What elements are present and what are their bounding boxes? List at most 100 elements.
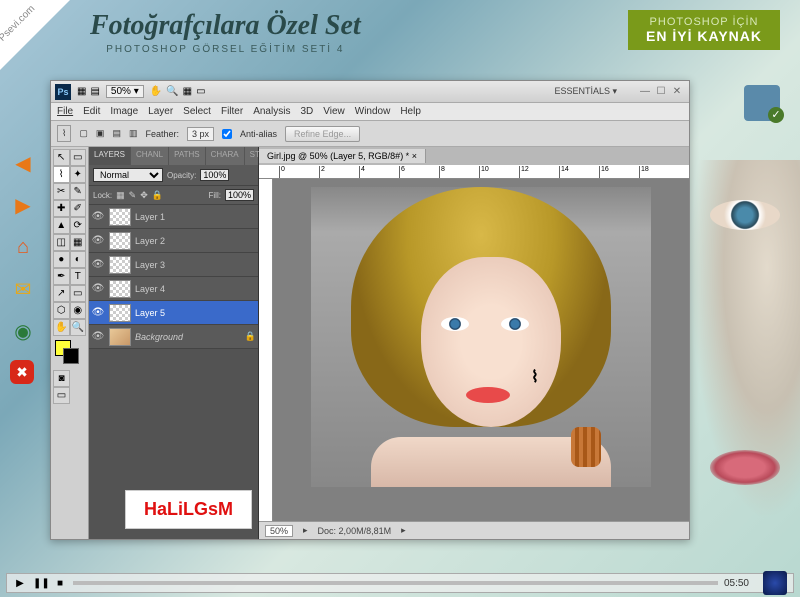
doc-tab[interactable]: Girl.jpg @ 50% (Layer 5, RGB/8#) * × bbox=[259, 149, 426, 163]
marquee-tool[interactable]: ▭ bbox=[70, 149, 87, 166]
tab-char[interactable]: CHARA bbox=[206, 147, 245, 165]
visibility-icon[interactable]: 👁 bbox=[91, 283, 105, 294]
watermark: HaLiLGsM bbox=[125, 490, 252, 529]
menu-analysis[interactable]: Analysis bbox=[253, 106, 290, 117]
lasso-tool[interactable]: ⌇ bbox=[53, 166, 70, 183]
sel-int-icon[interactable]: ▥ bbox=[129, 128, 138, 139]
hand-icon[interactable]: ✋ bbox=[150, 86, 162, 97]
status-zoom[interactable]: 50% bbox=[265, 525, 293, 537]
menu-select[interactable]: Select bbox=[183, 106, 211, 117]
eyedrop-tool[interactable]: ✎ bbox=[70, 183, 87, 200]
close-button[interactable]: ✕ bbox=[669, 86, 685, 97]
move-tool[interactable]: ↖ bbox=[53, 149, 70, 166]
forward-icon[interactable]: ▶ bbox=[10, 192, 36, 218]
visibility-icon[interactable]: 👁 bbox=[91, 235, 105, 246]
seek-bar[interactable] bbox=[73, 581, 718, 585]
zoom-icon[interactable]: 🔍 bbox=[166, 86, 178, 97]
layer-row[interactable]: 👁Layer 1 bbox=[89, 205, 258, 229]
screenmode-tool[interactable]: ▭ bbox=[53, 387, 70, 404]
status-arrow-icon[interactable]: ▸ bbox=[401, 525, 406, 536]
status-expand-icon[interactable]: ▸ bbox=[303, 525, 308, 536]
checklist-icon[interactable] bbox=[744, 85, 780, 121]
layer-row[interactable]: 👁Layer 4 bbox=[89, 277, 258, 301]
sel-new-icon[interactable]: ▢ bbox=[79, 128, 88, 139]
back-icon[interactable]: ◀ bbox=[10, 150, 36, 176]
mail-icon[interactable]: ✉ bbox=[10, 276, 36, 302]
nav-br[interactable]: ▦ bbox=[77, 86, 86, 97]
image-viewport[interactable]: ⌇ bbox=[273, 179, 689, 521]
menu-layer[interactable]: Layer bbox=[148, 106, 173, 117]
zoom-tool[interactable]: 🔍 bbox=[70, 319, 87, 336]
lasso-tool-icon[interactable]: ⌇ bbox=[57, 125, 71, 142]
feather-input[interactable]: 3 px bbox=[187, 127, 214, 141]
refine-edge-button[interactable]: Refine Edge... bbox=[285, 126, 360, 142]
pause-button[interactable]: ❚❚ bbox=[33, 578, 47, 589]
tab-layers[interactable]: LAYERS bbox=[89, 147, 131, 165]
eraser-tool[interactable]: ◫ bbox=[53, 234, 70, 251]
stop-button[interactable]: ■ bbox=[53, 578, 67, 589]
crop-tool[interactable]: ✂ bbox=[53, 183, 70, 200]
antialias-checkbox[interactable] bbox=[222, 129, 232, 139]
menu-filter[interactable]: Filter bbox=[221, 106, 243, 117]
shape-tool[interactable]: ▭ bbox=[70, 285, 87, 302]
menu-file[interactable]: File bbox=[57, 106, 73, 117]
dodge-tool[interactable]: ◐ bbox=[70, 251, 87, 268]
tab-channels[interactable]: CHANL bbox=[131, 147, 169, 165]
layer-row[interactable]: 👁Layer 2 bbox=[89, 229, 258, 253]
title-main: Fotoğrafçılara Özel Set bbox=[90, 10, 361, 42]
3dcam-tool[interactable]: ◉ bbox=[70, 302, 87, 319]
heal-tool[interactable]: ✚ bbox=[53, 200, 70, 217]
type-tool[interactable]: T bbox=[70, 268, 87, 285]
play-button[interactable]: ▶ bbox=[13, 578, 27, 589]
nav-mb[interactable]: ▤ bbox=[90, 86, 99, 97]
menu-help[interactable]: Help bbox=[400, 106, 421, 117]
brush-tool[interactable]: ✐ bbox=[70, 200, 87, 217]
history-tool[interactable]: ⟳ bbox=[70, 217, 87, 234]
menu-view[interactable]: View bbox=[323, 106, 345, 117]
blend-mode-select[interactable]: Normal bbox=[93, 168, 163, 182]
wand-tool[interactable]: ✦ bbox=[70, 166, 87, 183]
menu-edit[interactable]: Edit bbox=[83, 106, 100, 117]
sel-sub-icon[interactable]: ▤ bbox=[112, 128, 121, 139]
tab-paths[interactable]: PATHS bbox=[169, 147, 205, 165]
layer-row[interactable]: 👁Layer 3 bbox=[89, 253, 258, 277]
stamp-tool[interactable]: ▲ bbox=[53, 217, 70, 234]
header-badge: PHOTOSHOP İÇİN EN İYİ KAYNAK bbox=[628, 10, 780, 50]
zoom-combo[interactable]: 50% ▾ bbox=[106, 85, 144, 98]
lock-paint-icon[interactable]: ✎ bbox=[129, 190, 137, 201]
gradient-tool[interactable]: ▦ bbox=[70, 234, 87, 251]
lock-all-icon[interactable]: 🔒 bbox=[152, 190, 163, 201]
close-icon[interactable]: ✖ bbox=[10, 360, 34, 384]
quickmask-tool[interactable]: ◙ bbox=[53, 370, 70, 387]
color-swatches[interactable] bbox=[53, 340, 86, 368]
blur-tool[interactable]: ● bbox=[53, 251, 70, 268]
maximize-button[interactable]: ☐ bbox=[653, 86, 669, 97]
visibility-icon[interactable]: 👁 bbox=[91, 211, 105, 222]
lasso-cursor-icon: ⌇ bbox=[531, 367, 539, 387]
layer-row-selected[interactable]: 👁Layer 5 bbox=[89, 301, 258, 325]
visibility-icon[interactable]: 👁 bbox=[91, 259, 105, 270]
visibility-icon[interactable]: 👁 bbox=[91, 331, 105, 342]
home-icon[interactable]: ⌂ bbox=[10, 234, 36, 260]
menu-3d[interactable]: 3D bbox=[300, 106, 313, 117]
hand-tool[interactable]: ✋ bbox=[53, 319, 70, 336]
bg-eye bbox=[710, 200, 780, 230]
visibility-icon[interactable]: 👁 bbox=[91, 307, 105, 318]
opacity-input[interactable]: 100% bbox=[200, 169, 229, 181]
layer-row[interactable]: 👁Background🔒 bbox=[89, 325, 258, 349]
sel-add-icon[interactable]: ▣ bbox=[96, 128, 105, 139]
menu-image[interactable]: Image bbox=[110, 106, 138, 117]
workspace-switcher[interactable]: ESSENTİALS ▾ bbox=[554, 86, 617, 97]
rotate-icon[interactable]: ▦ bbox=[183, 86, 192, 97]
screen-icon[interactable]: ▭ bbox=[196, 86, 205, 97]
fill-input[interactable]: 100% bbox=[225, 189, 254, 201]
globe-icon[interactable]: ◉ bbox=[10, 318, 36, 344]
lock-trans-icon[interactable]: ▦ bbox=[116, 190, 125, 201]
header-title: Fotoğrafçılara Özel Set PHOTOSHOP GÖRSEL… bbox=[90, 10, 361, 55]
lock-pos-icon[interactable]: ✥ bbox=[140, 190, 148, 201]
minimize-button[interactable]: — bbox=[637, 86, 653, 97]
menu-window[interactable]: Window bbox=[355, 106, 391, 117]
3d-tool[interactable]: ⬡ bbox=[53, 302, 70, 319]
path-tool[interactable]: ↗ bbox=[53, 285, 70, 302]
pen-tool[interactable]: ✒ bbox=[53, 268, 70, 285]
